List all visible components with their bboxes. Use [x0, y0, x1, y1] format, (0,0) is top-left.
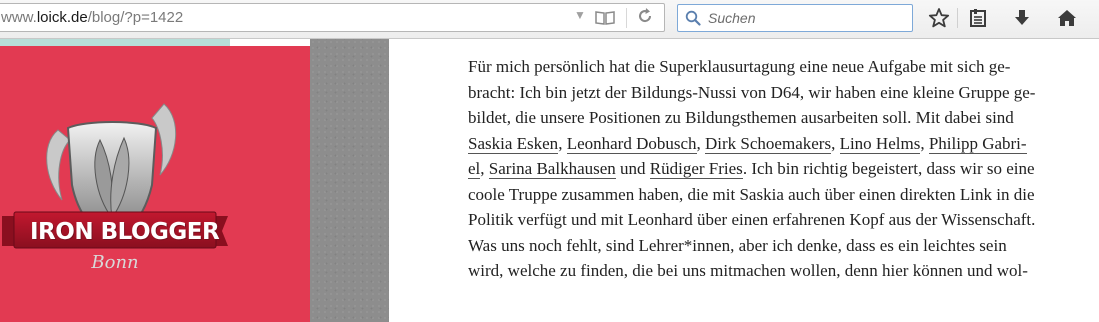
separator-text: ,: [920, 133, 929, 153]
logo-subtitle: Bonn: [91, 252, 139, 273]
tab-strip: [0, 39, 230, 46]
search-input[interactable]: [708, 8, 904, 28]
download-icon: [1015, 10, 1029, 25]
bookmarks-list-icon: [970, 9, 986, 27]
reader-view-icon[interactable]: [595, 11, 615, 25]
separator-text: ,: [558, 133, 567, 153]
url-prefix: www.: [1, 9, 37, 26]
bookmarks-list-button[interactable]: [965, 6, 991, 30]
article-line: Für mich persönlich hat die Superklausur…: [468, 57, 1011, 76]
article-line: Saskia Esken, Leonhard Dobusch, Dirk Sch…: [468, 131, 1096, 157]
browser-toolbar: www.loick.de/blog/?p=1422 ▼: [0, 0, 1099, 39]
bookmark-star-icon: [928, 8, 950, 28]
toolbar-separator: [957, 8, 958, 28]
search-bar[interactable]: [677, 4, 913, 32]
link-ruediger-fries[interactable]: Rüdiger Fries: [649, 159, 743, 179]
search-icon: [685, 10, 701, 26]
url-text[interactable]: www.loick.de/blog/?p=1422: [1, 9, 183, 26]
article-line: Politik verfügt und mit Leonhard über ei…: [468, 210, 1036, 229]
link-dirk-schoemakers[interactable]: Dirk Schoemakers: [705, 133, 832, 154]
bookmark-star-button[interactable]: [926, 6, 952, 30]
left-wing-shape: [46, 129, 71, 201]
url-separator: [626, 8, 627, 28]
separator-text: ,: [831, 133, 840, 153]
article-line: coole Truppe zusammen haben, die mit Sas…: [468, 184, 1035, 204]
url-host: loick.de: [36, 9, 88, 26]
article-line: el, Sarina Balkhausen und Rüdiger Fries.…: [468, 156, 1096, 182]
link-leonhard-dobusch[interactable]: Leonhard Dobusch: [566, 133, 697, 154]
article-line: wird, welche zu finden, die bei uns mitm…: [468, 261, 1028, 280]
reload-icon[interactable]: [637, 6, 653, 31]
link-saskia-esken[interactable]: Saskia Esken: [468, 133, 559, 154]
home-icon: [1058, 10, 1076, 26]
link-lino-helms[interactable]: Lino Helms: [839, 133, 921, 154]
dropmarker-icon[interactable]: ▼: [574, 8, 586, 22]
url-path: /blog/?p=1422: [87, 9, 184, 26]
separator-text: ,: [480, 159, 489, 178]
download-button[interactable]: [1009, 6, 1035, 30]
logo-title: IRON BLOGGER: [30, 219, 220, 245]
article-line: Was uns noch fehlt, sind Lehrer*innen, a…: [468, 235, 1007, 255]
article-line: bildet, die unsere Positionen zu Bildung…: [468, 108, 1014, 127]
sidebar-texture: [310, 39, 389, 322]
url-bar[interactable]: www.loick.de/blog/?p=1422 ▼: [0, 3, 665, 32]
sentence-text: . Ich bin richtig begeistert, dass wir s…: [742, 159, 1035, 178]
link-sarina-balkhausen[interactable]: Sarina Balkhausen: [488, 159, 616, 179]
home-button[interactable]: [1054, 6, 1080, 30]
article-line: bracht: Ich bin jetzt der Bildungs-Nussi…: [468, 82, 1036, 102]
article-body: Für mich persönlich hat die Superklausur…: [468, 54, 1096, 284]
connector-text: und: [615, 159, 650, 178]
link-philipp-gabriel-cont[interactable]: el: [468, 159, 481, 179]
link-philipp-gabriel[interactable]: Philipp Gabri-: [928, 133, 1027, 154]
separator-text: ,: [696, 133, 706, 153]
